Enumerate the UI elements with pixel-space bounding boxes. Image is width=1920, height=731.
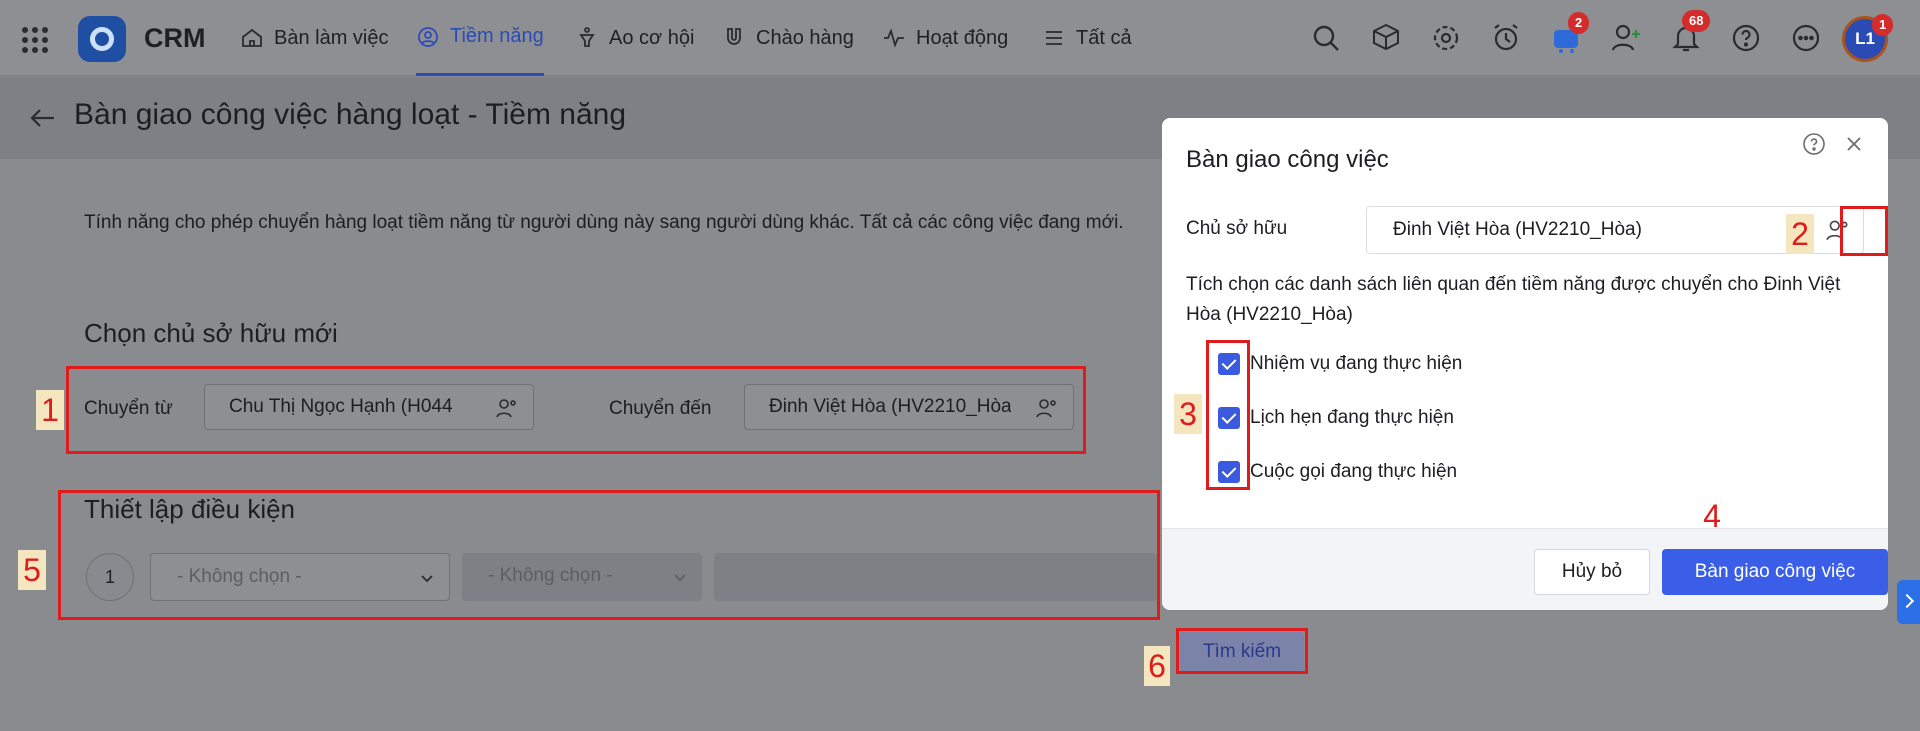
annotation-number-2: 2	[1786, 214, 1814, 254]
dialog-title: Bàn giao công việc	[1186, 146, 1389, 173]
alarm-clock-icon[interactable]	[1490, 22, 1522, 54]
close-icon[interactable]	[1842, 132, 1866, 156]
page-description: Tính năng cho phép chuyển hàng loạt tiềm…	[84, 212, 1124, 233]
pulse-icon	[884, 28, 904, 48]
brand-name: CRM	[144, 23, 206, 53]
nav-item-label: Tiềm năng	[450, 25, 544, 47]
handover-button[interactable]: Bàn giao công việc	[1662, 549, 1888, 595]
annotation-number-1: 1	[36, 390, 64, 430]
annotation-number-4: 4	[1703, 498, 1721, 534]
cart-badge: 2	[1568, 12, 1590, 34]
option-calls[interactable]: Cuộc gọi đang thực hiện	[1218, 458, 1457, 486]
highlight-box-3	[1206, 340, 1250, 490]
highlight-box-1	[66, 366, 1086, 454]
nav-item-quotes[interactable]: Chào hàng	[722, 0, 854, 76]
highlight-box-2	[1840, 206, 1888, 256]
page-title: Bàn giao công việc hàng loạt - Tiềm năng	[74, 98, 627, 131]
owner-value: Đinh Việt Hòa (HV2210_Hòa)	[1393, 219, 1642, 240]
side-panel-toggle[interactable]	[1897, 580, 1920, 624]
gear-icon[interactable]	[1430, 22, 1462, 54]
help-icon[interactable]	[1802, 132, 1826, 156]
menu-icon	[1046, 31, 1062, 45]
add-user-icon[interactable]	[1610, 22, 1642, 54]
cancel-button[interactable]: Hủy bỏ	[1534, 549, 1650, 595]
funnel-icon	[579, 27, 595, 47]
crm-logo-icon[interactable]	[78, 16, 126, 62]
handover-dialog: Bàn giao công việc Chủ sở hữu Đinh Việt …	[1162, 118, 1888, 610]
nav-item-label: Tất cả	[1076, 26, 1132, 49]
avatar-badge: 1	[1872, 14, 1894, 36]
highlight-box-5	[58, 490, 1160, 620]
highlight-box-6	[1176, 628, 1308, 674]
top-navbar: CRM Bàn làm việc Tiềm năng Ao cơ hội Chà…	[0, 0, 1920, 76]
avatar-initials: L1	[1855, 29, 1875, 48]
option-label: Nhiệm vụ đang thực hiện	[1250, 353, 1463, 374]
nav-item-all[interactable]: Tất cả	[1042, 0, 1132, 76]
home-icon	[242, 28, 262, 47]
nav-item-label: Ao cơ hội	[609, 26, 695, 49]
annotation-number-6: 6	[1144, 646, 1170, 686]
owner-label: Chủ sở hữu	[1186, 218, 1288, 239]
option-tasks[interactable]: Nhiệm vụ đang thực hiện	[1218, 350, 1462, 378]
package-search-icon[interactable]	[1370, 22, 1402, 54]
notifications-badge: 68	[1682, 10, 1711, 32]
dialog-footer: Hủy bỏ Bàn giao công việc	[1162, 528, 1888, 610]
nav-item-opportunity-pool[interactable]: Ao cơ hội	[575, 0, 694, 76]
dialog-note: Tích chọn các danh sách liên quan đến ti…	[1186, 274, 1841, 325]
annotation-number-3: 3	[1174, 394, 1202, 434]
nav-item-label: Chào hàng	[756, 26, 854, 49]
owner-section-title: Chọn chủ sở hữu mới	[84, 318, 338, 348]
nav-item-workspace[interactable]: Bàn làm việc	[240, 0, 389, 76]
magnet-icon	[727, 28, 741, 45]
help-icon[interactable]	[1730, 22, 1762, 54]
option-label: Cuộc gọi đang thực hiện	[1250, 461, 1458, 482]
notifications-button[interactable]: 68	[1670, 10, 1711, 54]
option-label: Lịch hẹn đang thực hiện	[1250, 407, 1454, 428]
option-appointments[interactable]: Lịch hẹn đang thực hiện	[1218, 404, 1454, 432]
nav-item-label: Bàn làm việc	[274, 26, 389, 49]
app-grid-icon[interactable]	[22, 27, 48, 53]
cart-button[interactable]: 2	[1550, 12, 1590, 54]
user-circle-icon	[418, 26, 438, 47]
annotation-number-5: 5	[18, 550, 46, 590]
nav-item-leads[interactable]: Tiềm năng	[416, 0, 544, 76]
nav-item-activities[interactable]: Hoạt động	[882, 0, 1008, 76]
nav-item-label: Hoạt động	[916, 26, 1009, 49]
more-icon[interactable]	[1790, 22, 1822, 54]
search-icon[interactable]	[1310, 22, 1342, 54]
back-arrow-icon[interactable]	[28, 103, 58, 133]
